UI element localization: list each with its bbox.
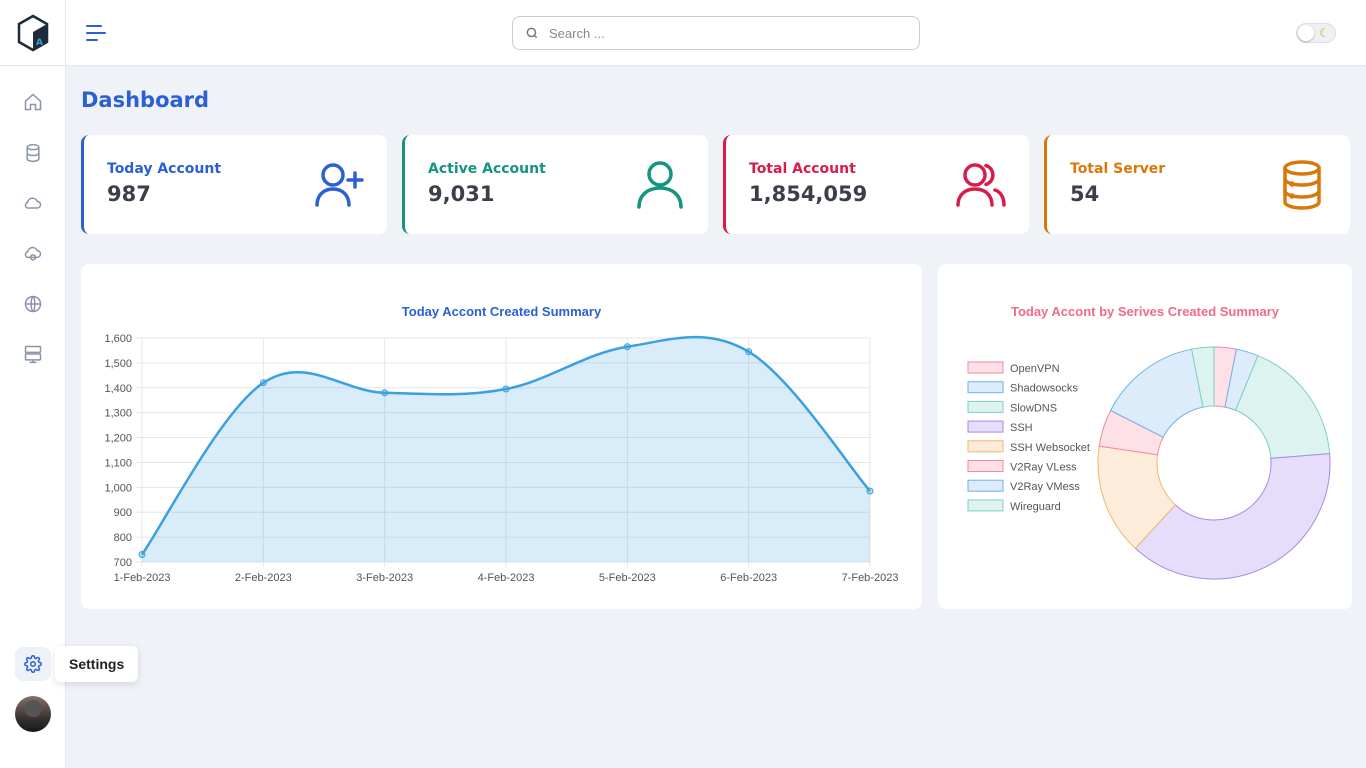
y-tick-label: 1,200 [104, 433, 132, 445]
x-tick-label: 3-Feb-2023 [356, 572, 413, 584]
home-icon [24, 93, 42, 111]
search-box[interactable] [512, 16, 920, 50]
y-tick-label: 1,000 [104, 482, 132, 494]
legend-label: OpenVPN [1010, 363, 1060, 375]
legend-swatch [967, 420, 1004, 433]
y-tick-label: 800 [114, 532, 132, 544]
donut-chart: OpenVPN Shadowsocks SlowDNS SSH SSH Websocke… [967, 346, 1331, 580]
legend-label: SSH Websocket [1010, 442, 1090, 454]
stat-label: Total Account [749, 161, 856, 177]
data-point [138, 551, 146, 559]
server-icon [24, 345, 42, 364]
stat-value: 987 [107, 182, 151, 206]
top-header: ☾ [66, 0, 1366, 66]
cloud-icon [24, 197, 42, 209]
y-tick-label: 1,500 [104, 358, 132, 370]
data-point [502, 385, 510, 393]
menu-toggle-button[interactable] [86, 24, 106, 42]
legend-label: Shadowsocks [1010, 383, 1078, 395]
stat-card-today: Today Account 987 [81, 135, 387, 234]
legend-swatch [967, 381, 1004, 394]
search-icon [526, 27, 538, 39]
stat-label: Active Account [428, 161, 546, 177]
moon-icon: ☾ [1319, 26, 1330, 40]
sidebar-item-server[interactable] [18, 339, 48, 369]
search-input[interactable] [549, 25, 889, 41]
data-point [259, 379, 267, 387]
sidebar-item-cloud-sync[interactable] [18, 239, 48, 269]
donut-chart-panel: Today Accont by Serives Created Summary … [938, 264, 1352, 609]
stat-card-active: Active Account 9,031 [402, 135, 708, 234]
user-icon [637, 161, 683, 209]
legend-swatch [967, 460, 1004, 472]
x-tick-label: 1-Feb-2023 [114, 572, 171, 584]
settings-tooltip: Settings [55, 646, 139, 682]
user-plus-icon [315, 163, 364, 207]
legend-label: SlowDNS [1010, 402, 1057, 414]
y-tick-label: 1,300 [104, 408, 132, 420]
stat-label: Total Server [1070, 161, 1166, 177]
legend-swatch [967, 400, 1004, 413]
stat-value: 54 [1070, 182, 1100, 206]
data-point [623, 343, 631, 351]
cloud-sync-icon [24, 246, 42, 261]
y-tick-label: 1,100 [104, 457, 132, 469]
stat-card-server: Total Server 54 [1044, 135, 1350, 234]
data-point [745, 348, 753, 356]
x-tick-label: 2-Feb-2023 [235, 572, 292, 584]
legend-swatch [967, 479, 1004, 492]
line-chart: 1,600 1,500 1,400 1,300 1,200 1,100 1,000 900 80… [104, 333, 899, 584]
dark-mode-toggle[interactable]: ☾ [1296, 23, 1336, 43]
y-tick-label: 700 [114, 557, 132, 569]
page-title: Dashboard [81, 88, 210, 112]
legend-label: Wireguard [1010, 501, 1061, 513]
y-tick-label: 1,600 [104, 333, 132, 345]
line-chart-panel: Today Accont Created Summary 1,600 1,500 1… [81, 264, 922, 609]
database-icon [1283, 160, 1321, 210]
stat-value: 1,854,059 [749, 182, 868, 206]
stat-card-total: Total Account 1,854,059 [723, 135, 1029, 234]
globe-icon [24, 295, 42, 313]
app-logo[interactable]: A [0, 0, 66, 66]
sidebar-item-home[interactable] [18, 87, 48, 117]
avatar[interactable] [15, 696, 51, 732]
database-icon [26, 143, 40, 163]
toggle-knob [1298, 25, 1314, 41]
data-point [866, 487, 874, 495]
settings-button[interactable] [15, 647, 51, 681]
y-tick-label: 900 [114, 507, 132, 519]
y-tick-label: 1,400 [104, 383, 132, 395]
x-tick-label: 5-Feb-2023 [599, 572, 656, 584]
x-tick-label: 7-Feb-2023 [842, 572, 899, 584]
gear-icon [24, 655, 42, 673]
sidebar-item-database[interactable] [18, 138, 48, 168]
x-tick-label: 6-Feb-2023 [720, 572, 777, 584]
logo-icon: A [17, 14, 49, 51]
legend-swatch [967, 361, 1004, 374]
svg-text:A: A [36, 38, 43, 48]
stat-value: 9,031 [428, 182, 495, 206]
legend-label: V2Ray VMess [1010, 481, 1080, 493]
data-point [381, 389, 389, 397]
legend-label: V2Ray VLess [1010, 462, 1077, 474]
legend-label: SSH [1010, 422, 1033, 434]
users-icon [956, 163, 1006, 207]
sidebar-item-cloud[interactable] [18, 188, 48, 218]
sidebar-item-globe[interactable] [18, 289, 48, 319]
stat-label: Today Account [107, 161, 222, 177]
x-tick-label: 4-Feb-2023 [478, 572, 535, 584]
legend-swatch [967, 499, 1004, 512]
legend-swatch [967, 440, 1004, 453]
